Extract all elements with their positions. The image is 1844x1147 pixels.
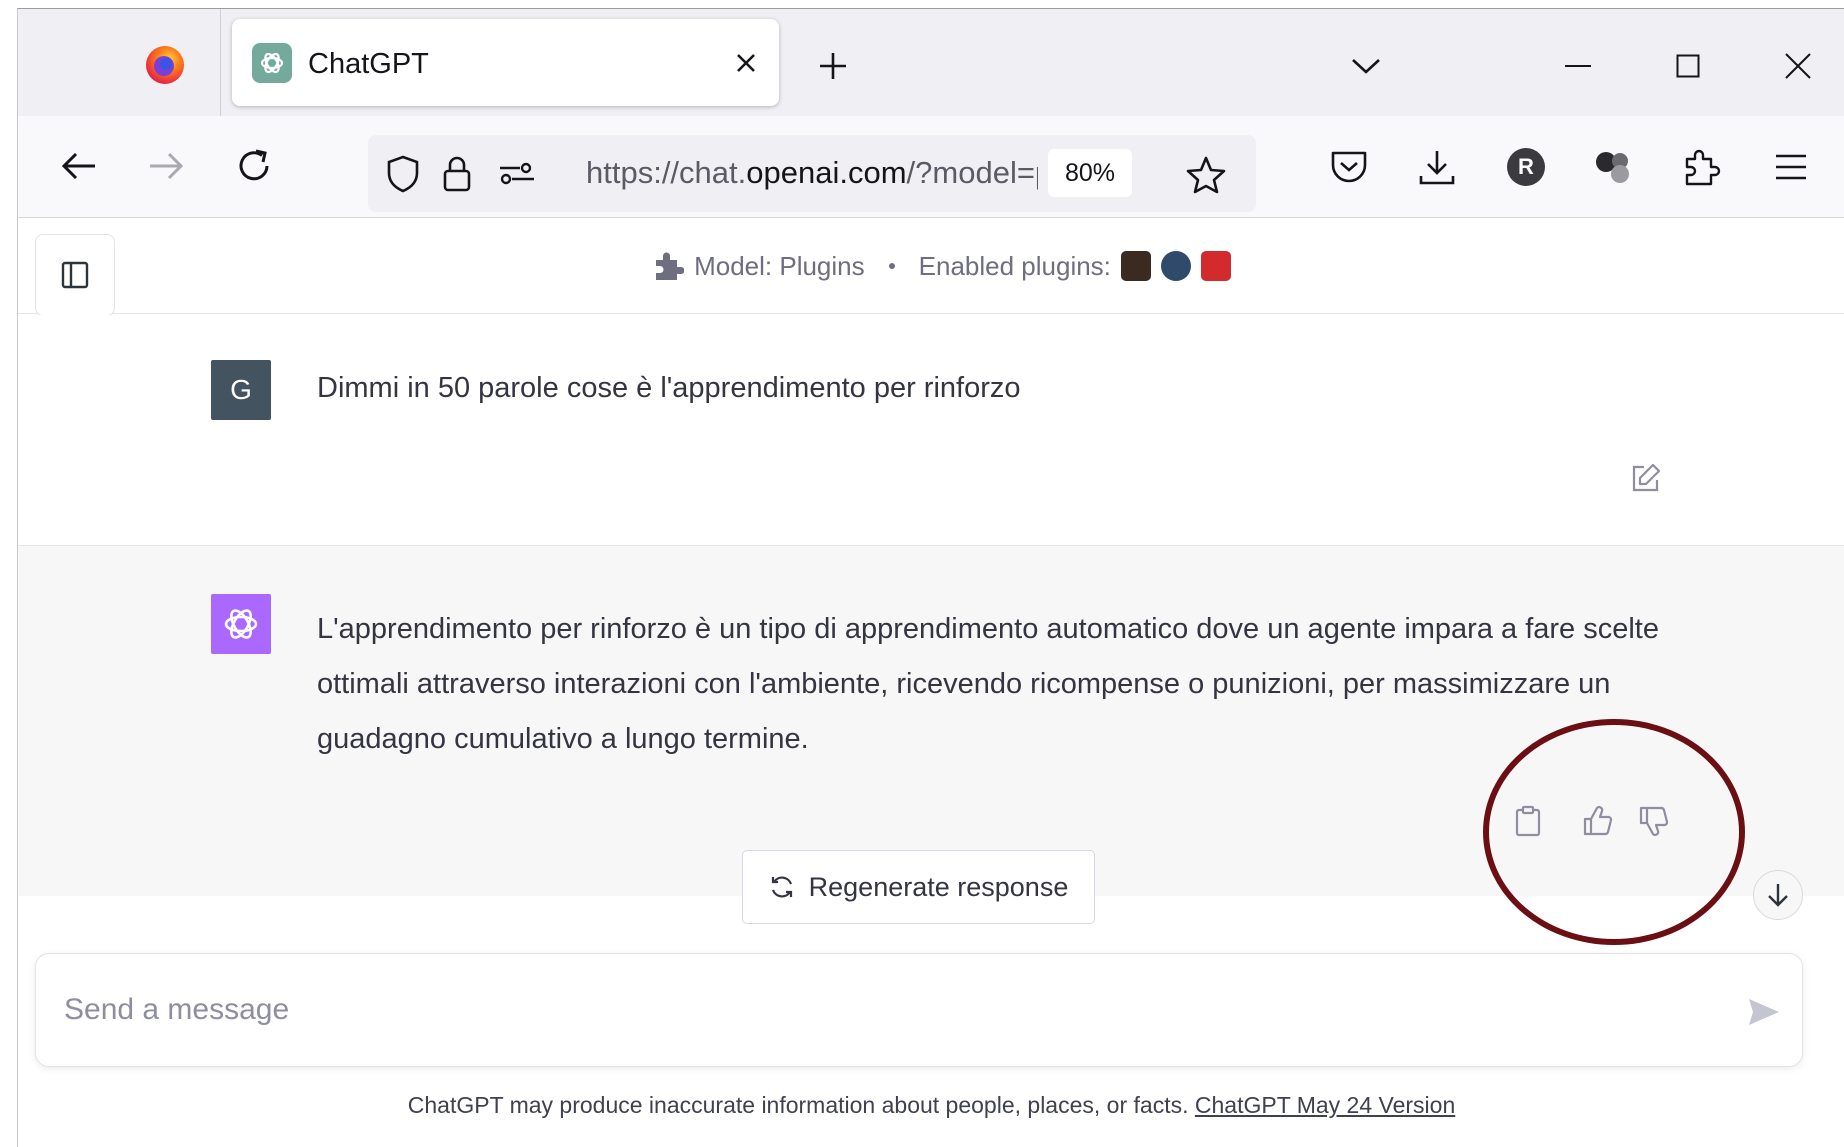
plugin-3-icon[interactable] <box>1200 251 1231 281</box>
new-tab-button[interactable] <box>813 46 853 86</box>
arrow-down-icon <box>1768 884 1788 907</box>
enabled-plugins-label: Enabled plugins: <box>918 250 1111 281</box>
chatgpt-favicon-icon <box>252 43 292 83</box>
list-all-tabs-button[interactable] <box>1345 45 1387 87</box>
annotation-circle <box>1483 719 1745 945</box>
reload-button[interactable] <box>230 142 278 190</box>
message-input[interactable] <box>64 984 1664 1036</box>
url-bar[interactable]: https://chat.openai.com/?model=plugins 8… <box>368 135 1256 212</box>
close-icon <box>737 54 755 72</box>
user-message-text: Dimmi in 50 parole cose è l'apprendiment… <box>317 372 1021 404</box>
reload-icon <box>239 149 269 181</box>
close-icon <box>1785 53 1811 79</box>
tab-title: ChatGPT <box>308 48 429 80</box>
chevron-down-icon <box>1352 59 1380 74</box>
send-button[interactable] <box>1742 990 1786 1034</box>
chatgpt-page: Model: Plugins Enabled plugins: G Dimmi … <box>18 219 1844 1147</box>
user-avatar: G <box>211 360 271 420</box>
tab-strip: ChatGPT <box>18 9 1844 116</box>
sidebar-toggle-button[interactable] <box>35 234 115 316</box>
forward-button[interactable] <box>142 142 190 190</box>
send-icon <box>1749 999 1779 1025</box>
plus-icon <box>820 53 846 79</box>
url-domain: openai.com <box>746 155 907 190</box>
plugin-1-icon[interactable] <box>1120 251 1151 281</box>
zoom-level-button[interactable]: 80% <box>1048 149 1132 197</box>
downloads-icon[interactable] <box>1412 142 1462 192</box>
regenerate-icon <box>771 876 792 898</box>
disclaimer: ChatGPT may produce inaccurate informati… <box>18 1092 1844 1119</box>
scroll-to-bottom-button[interactable] <box>1753 870 1803 920</box>
permissions-icon[interactable] <box>496 153 538 195</box>
plugin-puzzle-icon <box>656 252 685 280</box>
firefox-logo-icon <box>146 46 184 84</box>
url-prefix: https://chat. <box>586 155 747 190</box>
assistant-message-text: L'apprendimento per rinforzo è un tipo d… <box>317 613 1659 755</box>
tracking-protection-shield-icon[interactable] <box>382 153 424 195</box>
app-menu-hamburger-icon[interactable] <box>1766 142 1816 192</box>
navigation-toolbar: https://chat.openai.com/?model=plugins 8… <box>18 116 1844 218</box>
arrow-left-icon <box>61 152 95 180</box>
minimize-icon <box>1565 65 1591 67</box>
model-info-bar: Model: Plugins Enabled plugins: <box>18 219 1844 314</box>
tab-chatgpt[interactable]: ChatGPT <box>232 19 779 106</box>
url-text[interactable]: https://chat.openai.com/?model=plugins <box>586 155 1038 191</box>
edit-message-icon[interactable] <box>1628 460 1664 496</box>
message-composer[interactable] <box>35 953 1803 1067</box>
window-maximize-button[interactable] <box>1663 41 1713 91</box>
window-minimize-button[interactable] <box>1553 41 1603 91</box>
sidebar-icon <box>61 261 89 289</box>
disclaimer-text: ChatGPT may produce inaccurate informati… <box>407 1092 1189 1118</box>
firefox-menu-area <box>18 9 221 116</box>
account-avatar[interactable]: R <box>1501 142 1551 192</box>
plugin-2-icon[interactable] <box>1160 251 1191 281</box>
tab-close-button[interactable] <box>724 41 768 85</box>
user-message-row: G Dimmi in 50 parole cose è l'apprendime… <box>18 315 1844 546</box>
browser-window: ChatGPT https://chat.openai.com/?model= … <box>17 8 1844 1147</box>
bookmark-star-icon[interactable] <box>1184 153 1228 197</box>
pocket-icon[interactable] <box>1324 142 1374 192</box>
extensions-puzzle-icon[interactable] <box>1677 142 1727 192</box>
back-button[interactable] <box>55 142 103 190</box>
arrow-right-icon <box>150 152 184 180</box>
lock-icon[interactable] <box>436 153 478 195</box>
maximize-icon <box>1676 54 1700 78</box>
version-link[interactable]: ChatGPT May 24 Version <box>1195 1092 1455 1118</box>
window-close-button[interactable] <box>1773 41 1823 91</box>
assistant-avatar-icon <box>211 594 271 654</box>
extension-spheres-icon[interactable] <box>1589 142 1639 192</box>
url-path: /?model=plugins <box>906 155 1038 190</box>
profile-initial: R <box>1507 148 1545 186</box>
model-label: Model: Plugins <box>694 250 865 281</box>
regenerate-label: Regenerate response <box>808 871 1069 902</box>
regenerate-response-button[interactable]: Regenerate response <box>742 850 1095 924</box>
separator-dot <box>888 263 895 269</box>
